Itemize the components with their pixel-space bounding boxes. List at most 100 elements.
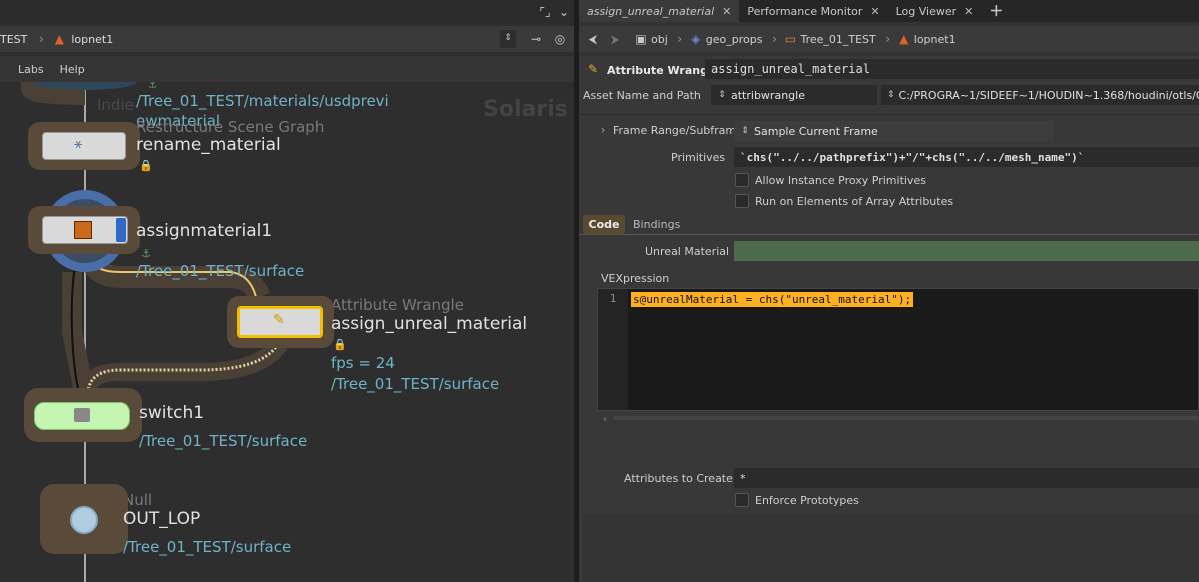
rename-node-body[interactable]: [42, 132, 126, 160]
network-menu-bar: Labs Help ⚒ ⊞ ☰ ⁘ ▦ ▣ ◪ ▨ ♒ ⌕ ⛶: [0, 56, 574, 132]
lop-network-icon: ▲: [899, 32, 909, 46]
pin-icon[interactable]: ⊸: [528, 31, 544, 47]
null-node-path: /Tree_01_TEST/surface: [123, 538, 292, 556]
rename-node-label: rename_material: [136, 135, 281, 155]
close-icon[interactable]: ✕: [964, 5, 973, 18]
lop-network-icon: ▲: [54, 32, 64, 46]
assign-node[interactable]: [28, 206, 140, 254]
close-icon[interactable]: ✕: [870, 5, 879, 18]
tab-code[interactable]: Code: [583, 215, 625, 234]
path-geo-props[interactable]: geo_props: [706, 33, 763, 46]
code-line[interactable]: s@unrealMaterial = chs("unreal_material"…: [631, 292, 914, 307]
chevron-right-icon[interactable]: ›: [595, 122, 611, 138]
scroll-left-icon[interactable]: ‹: [597, 411, 613, 427]
assign-node-label: assignmaterial1: [136, 221, 273, 241]
link-icon[interactable]: ◎: [552, 31, 568, 47]
assign-node-flag[interactable]: [116, 218, 126, 242]
vexpression-label: VEXpression: [601, 272, 670, 285]
asset-name-field[interactable]: ⇕ attribwrangle: [711, 85, 877, 105]
network-pane-topbar: ⌜⌟ ⌄: [0, 0, 574, 24]
path-obj[interactable]: obj: [651, 33, 668, 46]
asset-path-value: C:/PROGRA~1/SIDEEF~1/HOUDIN~1.368/houdin…: [898, 88, 1199, 102]
empty-footer-area: [583, 514, 1199, 582]
wrangle-icon: ✎: [273, 312, 285, 328]
path-dropdown-button[interactable]: ⇕: [500, 30, 516, 48]
chevron-right-icon: ›: [38, 32, 44, 46]
updown-icon: ⇕: [887, 90, 895, 100]
asset-path-field[interactable]: ⇕ C:/PROGRA~1/SIDEEF~1/HOUDIN~1.368/houd…: [881, 85, 1199, 105]
updown-icon: ⇕: [741, 126, 749, 136]
tab-code-label: Code: [588, 218, 620, 231]
network-path-bar: TEST › ▲ lopnet1 ⇕ ⊸ ◎: [0, 26, 574, 52]
switch-node-path: /Tree_01_TEST/surface: [139, 432, 308, 450]
tab-performance-monitor[interactable]: Performance Monitor ✕: [739, 0, 887, 22]
tab-assign-unreal-material[interactable]: assign_unreal_material ✕: [579, 0, 740, 22]
tab-label: Log Viewer: [895, 4, 957, 18]
wrangle-node[interactable]: ✎: [227, 296, 334, 348]
subnet-icon: ▭: [784, 32, 797, 46]
network-editor[interactable]: ⚓ Solaris Indie /Tree_01_TEST/materials/…: [0, 82, 574, 582]
wrangle-node-label: assign_unreal_material: [331, 314, 528, 334]
switch-node-label: switch1: [139, 403, 205, 423]
asset-label: Asset Name and Path: [583, 89, 701, 102]
enforce-prototypes-label: Enforce Prototypes: [755, 494, 859, 507]
null-cross-icon: [70, 506, 98, 534]
geo-icon: ◈: [691, 32, 701, 46]
rename-node[interactable]: ⚹: [28, 122, 140, 170]
parameter-editor: ✎ Attribute Wrangle assign_unreal_materi…: [579, 56, 1199, 582]
enforce-prototypes-checkbox[interactable]: [735, 493, 749, 507]
null-node[interactable]: [40, 484, 128, 554]
run-on-elements-label: Run on Elements of Array Attributes: [755, 195, 954, 208]
horizontal-scrollbar[interactable]: [613, 416, 1199, 420]
add-tab-button[interactable]: ＋: [981, 0, 1011, 22]
bypass-icon: ⚓: [141, 246, 151, 260]
chevron-down-icon[interactable]: ⌄: [556, 4, 572, 20]
forward-arrow-icon[interactable]: ⮞: [607, 31, 623, 47]
tab-bindings[interactable]: Bindings: [633, 218, 680, 231]
line-number-gutter: 1: [598, 289, 628, 410]
allow-proxy-checkbox[interactable]: [735, 173, 749, 187]
parameter-path-bar: ⮜ ⮞ ▣ obj › ◈ geo_props › ▭ Tree_01_TEST…: [579, 26, 1199, 52]
switch-node[interactable]: [24, 388, 142, 442]
path-prefix[interactable]: TEST: [0, 33, 27, 46]
prev-node-path-line1: /Tree_01_TEST/materials/usdprevi: [136, 92, 389, 110]
node-type-label: Attribute Wrangle: [607, 64, 720, 77]
wrangle-icon: ✎: [587, 62, 599, 76]
frame-range-label: Frame Range/Subframes: [613, 124, 749, 137]
unreal-material-field[interactable]: [734, 241, 1199, 261]
pane-tabs: assign_unreal_material ✕ Performance Mon…: [579, 0, 1199, 22]
network-pane: ⌜⌟ ⌄ TEST › ▲ lopnet1 ⇕ ⊸ ◎ Labs Help ⚒ …: [0, 0, 574, 582]
close-icon[interactable]: ✕: [722, 5, 731, 18]
tab-log-viewer[interactable]: Log Viewer ✕: [888, 0, 982, 22]
separator: [579, 234, 1199, 235]
restructure-icon: ⚹: [74, 136, 83, 152]
primitives-field[interactable]: `chs("../../pathprefix")+"/"+chs("../../…: [734, 147, 1199, 167]
node-name-field[interactable]: assign_unreal_material: [705, 59, 1199, 79]
switch-icon: [74, 408, 90, 422]
tab-label: assign_unreal_material: [587, 4, 715, 18]
menu-labs[interactable]: Labs: [18, 63, 44, 76]
path-tree[interactable]: Tree_01_TEST: [800, 33, 875, 46]
frame-range-menu[interactable]: ⇕ Sample Current Frame: [734, 121, 1053, 141]
line-number: 1: [609, 292, 617, 305]
primitives-label: Primitives: [671, 151, 726, 164]
run-on-elements-checkbox[interactable]: [735, 194, 749, 208]
lock-icon: 🔒: [333, 337, 347, 351]
obj-icon: ▣: [635, 32, 647, 46]
maximize-icon[interactable]: ⌜⌟: [537, 4, 553, 20]
lock-icon: 🔒: [139, 158, 153, 172]
chevron-right-icon: ›: [885, 32, 891, 46]
partial-type-label: Indie: [97, 96, 134, 114]
wrangle-node-path: /Tree_01_TEST/surface: [331, 375, 500, 393]
attributes-to-create-label: Attributes to Create: [624, 472, 733, 485]
path-node[interactable]: lopnet1: [71, 33, 113, 46]
vex-code-editor[interactable]: 1 s@unrealMaterial = chs("unreal_materia…: [597, 288, 1199, 411]
menu-help[interactable]: Help: [60, 63, 85, 76]
material-crate-icon: [74, 221, 92, 239]
rename-node-type: Restructure Scene Graph: [136, 118, 325, 136]
attributes-to-create-field[interactable]: *: [734, 468, 1199, 488]
back-arrow-icon[interactable]: ⮜: [585, 31, 601, 47]
path-lopnet[interactable]: lopnet1: [914, 33, 956, 46]
updown-icon: ⇕: [504, 33, 512, 43]
frame-range-value: Sample Current Frame: [754, 124, 878, 138]
